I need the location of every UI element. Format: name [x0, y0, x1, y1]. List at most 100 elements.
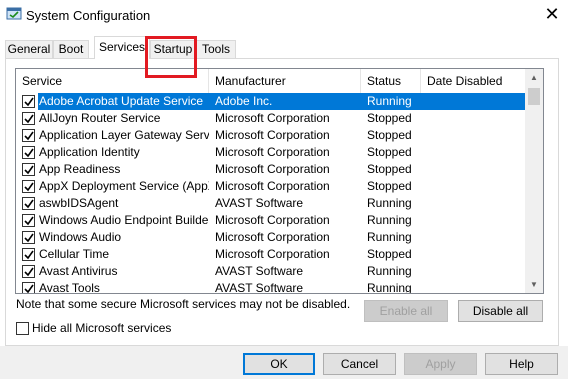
service-enabled-checkbox[interactable] — [22, 265, 35, 278]
checkmark-icon — [24, 114, 34, 124]
service-row[interactable]: Application Layer Gateway Service Microso… — [16, 127, 526, 144]
help-label: Help — [509, 357, 534, 371]
service-name-cell: Avast Antivirus — [39, 264, 118, 278]
ok-label: OK — [270, 357, 288, 371]
manufacturer-cell: Microsoft Corporation — [215, 128, 330, 142]
enable-all-button[interactable]: Enable all — [364, 300, 448, 322]
manufacturer-cell: Microsoft Corporation — [215, 230, 330, 244]
service-name-cell: Windows Audio Endpoint Builder — [39, 213, 209, 227]
service-rows: Adobe Acrobat Update Service Adobe Inc. Ru… — [16, 93, 526, 294]
manufacturer-cell: Microsoft Corporation — [215, 247, 330, 261]
service-row[interactable]: AllJoyn Router Service Microsoft Corporat… — [16, 110, 526, 127]
disable-all-button[interactable]: Disable all — [458, 300, 543, 322]
service-enabled-checkbox[interactable] — [22, 129, 35, 142]
scroll-thumb[interactable] — [528, 88, 540, 105]
service-name-cell: AppX Deployment Service (AppX... — [39, 179, 209, 193]
tab-startup[interactable]: Startup — [150, 40, 196, 59]
status-cell: Stopped — [367, 111, 412, 125]
service-row[interactable]: aswbIDSAgent AVAST Software Running — [16, 195, 526, 212]
service-name-cell: Windows Audio — [39, 230, 122, 244]
column-header-service[interactable]: Service — [16, 69, 209, 93]
column-service-label: Service — [22, 74, 63, 88]
service-name-cell: aswbIDSAgent — [39, 196, 119, 210]
service-row[interactable]: Windows Audio Endpoint Builder Microsoft … — [16, 212, 526, 229]
tab-tools[interactable]: Tools — [196, 40, 236, 59]
column-manufacturer-label: Manufacturer — [215, 74, 286, 88]
tab-services[interactable]: Services — [94, 36, 150, 59]
date-disabled-cell — [426, 212, 526, 229]
status-cell: Stopped — [367, 179, 412, 193]
vertical-scrollbar[interactable]: ▲ ▼ — [525, 69, 543, 293]
service-enabled-checkbox[interactable] — [22, 112, 35, 125]
checkmark-icon — [24, 148, 34, 158]
date-disabled-cell — [426, 161, 526, 178]
apply-button[interactable]: Apply — [404, 353, 477, 375]
status-cell: Running — [367, 94, 412, 108]
status-cell: Stopped — [367, 162, 412, 176]
scroll-up-icon[interactable]: ▲ — [525, 69, 543, 86]
help-button[interactable]: Help — [485, 353, 558, 375]
tab-strip: General Boot Services Startup Tools — [0, 36, 568, 59]
service-enabled-checkbox[interactable] — [22, 95, 35, 108]
column-status-label: Status — [367, 74, 402, 88]
cancel-label: Cancel — [340, 357, 379, 371]
service-row[interactable]: Avast Antivirus AVAST Software Running — [16, 263, 526, 280]
service-name-cell: Application Identity — [39, 145, 140, 159]
tab-tools-label: Tools — [201, 42, 230, 56]
close-icon: ✕ — [544, 4, 560, 24]
service-row[interactable]: Cellular Time Microsoft Corporation Stoppe… — [16, 246, 526, 263]
service-enabled-checkbox[interactable] — [22, 282, 35, 293]
services-list[interactable]: Service Manufacturer Status Date Disable… — [15, 68, 544, 294]
cancel-button[interactable]: Cancel — [323, 353, 396, 375]
service-row[interactable]: Application Identity Microsoft Corporatio… — [16, 144, 526, 161]
tab-general-label: General — [7, 42, 51, 56]
checkmark-icon — [24, 131, 34, 141]
status-cell: Stopped — [367, 145, 412, 159]
checkmark-icon — [24, 165, 34, 175]
manufacturer-cell: Microsoft Corporation — [215, 111, 330, 125]
checkmark-icon — [24, 216, 34, 226]
checkmark-icon — [24, 284, 34, 293]
manufacturer-cell: AVAST Software — [215, 281, 304, 294]
service-enabled-checkbox[interactable] — [22, 163, 35, 176]
service-enabled-checkbox[interactable] — [22, 197, 35, 210]
ok-button[interactable]: OK — [243, 353, 315, 375]
tab-boot-label: Boot — [58, 42, 84, 56]
msconfig-icon — [6, 7, 22, 21]
service-row[interactable]: AppX Deployment Service (AppX... Microsof… — [16, 178, 526, 195]
manufacturer-cell: AVAST Software — [215, 196, 304, 210]
disable-all-label: Disable all — [472, 304, 529, 318]
manufacturer-cell: Adobe Inc. — [215, 94, 273, 108]
service-row[interactable]: Avast Tools AVAST Software Running — [16, 280, 526, 294]
hide-microsoft-services-checkbox[interactable] — [16, 322, 29, 335]
column-date-disabled-label: Date Disabled — [427, 74, 503, 88]
window-title: System Configuration — [26, 8, 151, 23]
checkmark-icon — [24, 97, 34, 107]
service-name-cell: AllJoyn Router Service — [39, 111, 161, 125]
manufacturer-cell: AVAST Software — [215, 264, 304, 278]
service-name-cell: Cellular Time — [39, 247, 110, 261]
tab-boot[interactable]: Boot — [53, 40, 89, 59]
service-enabled-checkbox[interactable] — [22, 231, 35, 244]
tab-general[interactable]: General — [5, 40, 53, 59]
scroll-down-icon[interactable]: ▼ — [525, 276, 543, 293]
tab-startup-label: Startup — [153, 42, 193, 56]
service-row[interactable]: Adobe Acrobat Update Service Adobe Inc. Ru… — [16, 93, 526, 110]
status-cell: Running — [367, 196, 412, 210]
column-header-date-disabled[interactable]: Date Disabled — [421, 69, 526, 93]
date-disabled-cell — [426, 263, 526, 280]
service-row[interactable]: App Readiness Microsoft Corporation Stoppe… — [16, 161, 526, 178]
service-name-cell: Application Layer Gateway Service — [39, 128, 209, 142]
close-button[interactable]: ✕ — [541, 4, 563, 24]
date-disabled-cell — [426, 280, 526, 293]
service-row[interactable]: Windows Audio Microsoft Corporation Runnin… — [16, 229, 526, 246]
column-header-manufacturer[interactable]: Manufacturer — [209, 69, 361, 93]
status-cell: Running — [367, 281, 412, 294]
column-header-status[interactable]: Status — [361, 69, 421, 93]
service-enabled-checkbox[interactable] — [22, 248, 35, 261]
service-enabled-checkbox[interactable] — [22, 146, 35, 159]
date-disabled-cell — [426, 178, 526, 195]
service-enabled-checkbox[interactable] — [22, 180, 35, 193]
service-enabled-checkbox[interactable] — [22, 214, 35, 227]
checkmark-icon — [24, 233, 34, 243]
